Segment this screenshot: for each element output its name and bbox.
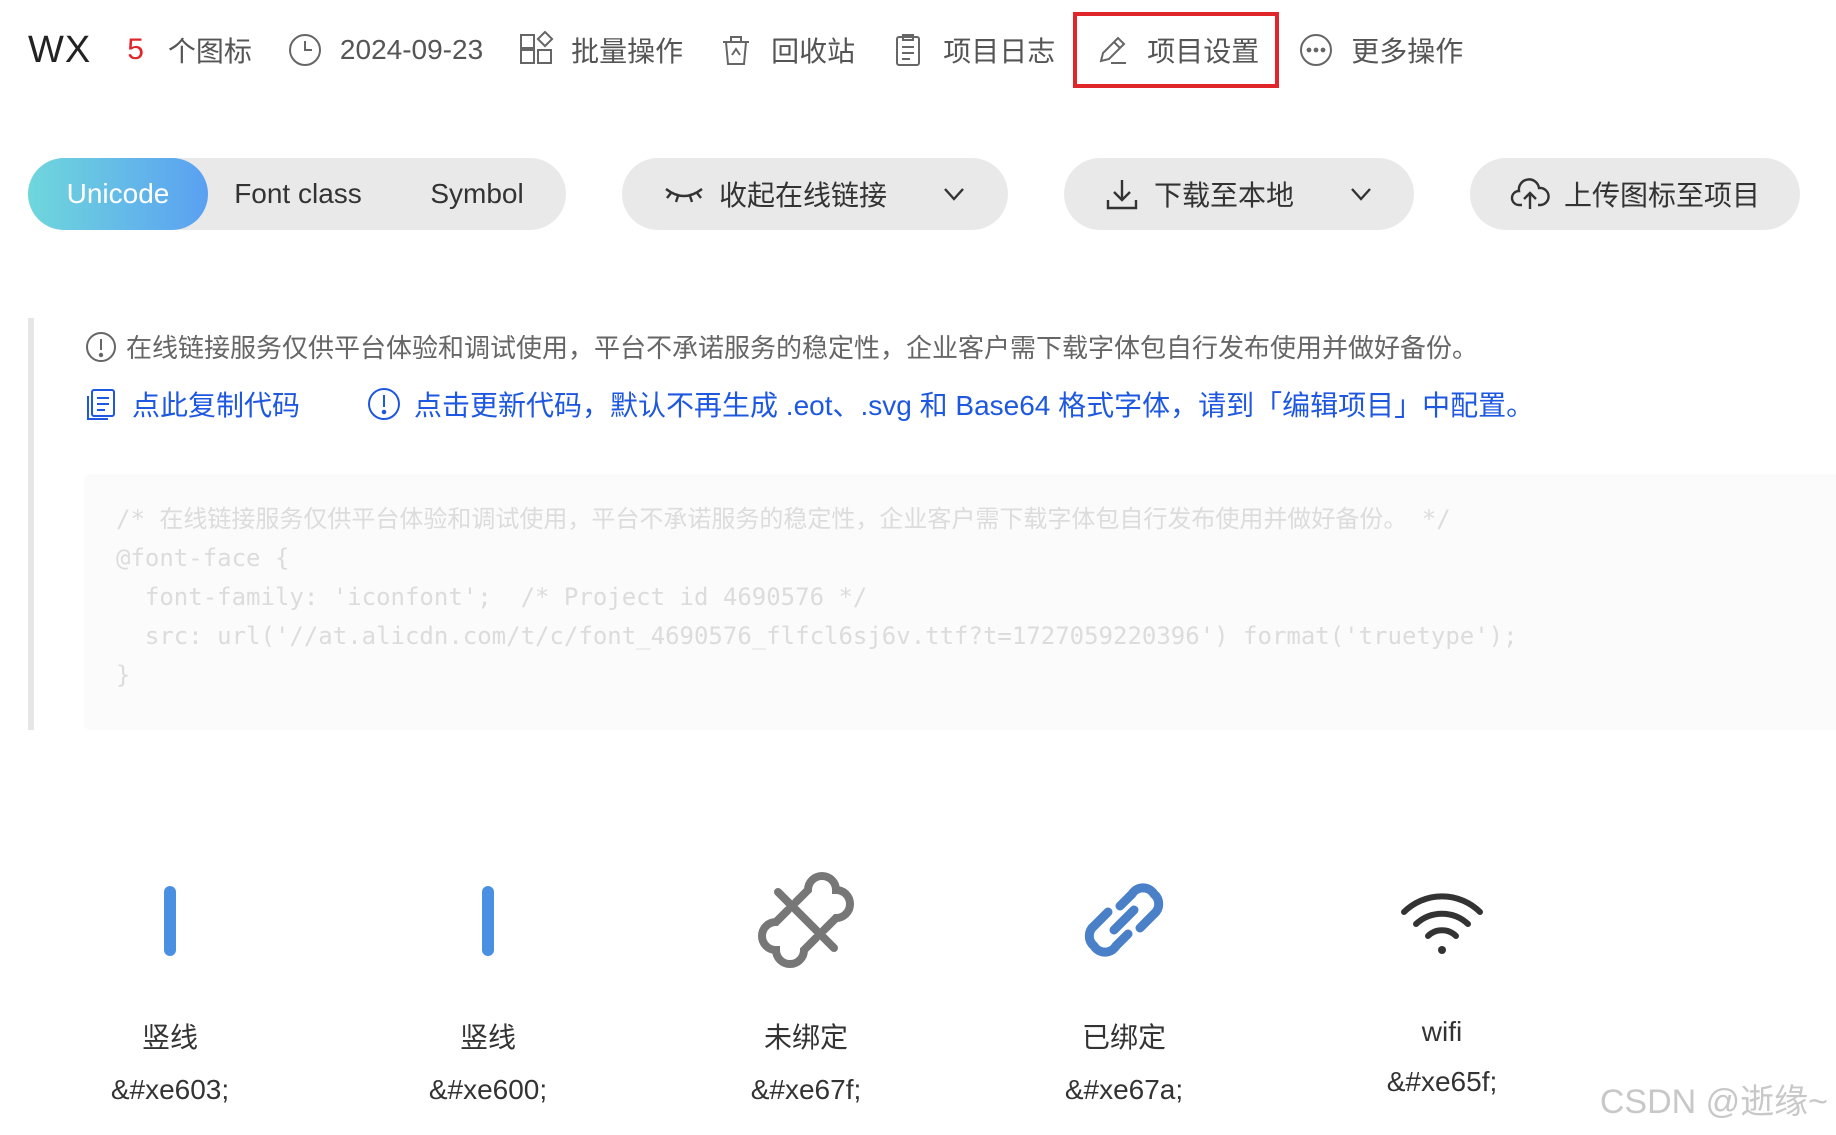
upload-icons-button[interactable]: 上传图标至项目	[1470, 158, 1800, 230]
icon-name: 竖线	[141, 1022, 198, 1053]
tab-symbol[interactable]: Symbol	[388, 158, 566, 230]
batch-operation-label: 批量操作	[571, 36, 684, 67]
copy-code-link[interactable]: 点此复制代码	[84, 384, 300, 424]
copy-icon	[87, 389, 115, 420]
more-dots-icon	[1300, 34, 1333, 66]
clipboard-icon	[896, 34, 921, 66]
unlink-icon	[758, 872, 854, 968]
more-actions-label: 更多操作	[1351, 36, 1464, 67]
icon-count: 5	[127, 33, 144, 66]
date-display: 2024-09-23	[286, 22, 483, 78]
download-label: 下载至本地	[1153, 180, 1294, 211]
eye-closed-icon	[665, 188, 703, 203]
project-log-label: 项目日志	[943, 36, 1056, 67]
icon-card[interactable]: 已绑定 &#xe67a;	[964, 870, 1284, 1106]
update-code-label: 点击更新代码，默认不再生成 .eot、.svg 和 Base64 格式字体，请到…	[414, 390, 1535, 421]
project-name: WX	[28, 28, 92, 71]
service-notice-text: 在线链接服务仅供平台体验和调试使用，平台不承诺服务的稳定性，企业客户需下载字体包…	[126, 333, 1479, 363]
font-face-code-block: /* 在线链接服务仅供平台体验和调试使用，平台不承诺服务的稳定性，企业客户需下载…	[84, 474, 1836, 730]
icon-unicode: &#xe67f;	[750, 1074, 862, 1105]
icon-name: 未绑定	[763, 1022, 848, 1053]
info-circle-icon	[86, 331, 116, 362]
pencil-icon	[1099, 36, 1127, 64]
batch-operation-button[interactable]: 批量操作	[517, 22, 683, 78]
code-line: @font-face {	[116, 544, 290, 572]
date-text: 2024-09-23	[339, 34, 484, 65]
tab-font-class[interactable]: Font class	[208, 158, 388, 230]
wifi-icon	[1401, 893, 1483, 954]
vertical-line-icon	[164, 886, 176, 956]
service-notice: 在线链接服务仅供平台体验和调试使用，平台不承诺服务的稳定性，企业客户需下载字体包…	[84, 328, 1478, 365]
icon-name: 竖线	[459, 1022, 516, 1053]
icon-card[interactable]: 竖线 &#xe600;	[328, 870, 648, 1106]
download-icon	[1106, 180, 1138, 210]
icon-unicode: &#xe600;	[428, 1074, 548, 1105]
icon-card[interactable]: 竖线 &#xe603;	[10, 870, 330, 1106]
code-line: /* 在线链接服务仅供平台体验和调试使用，平台不承诺服务的稳定性，企业客户需下载…	[116, 505, 1451, 533]
more-actions-button[interactable]: 更多操作	[1297, 22, 1463, 78]
chevron-down-icon	[944, 188, 964, 201]
code-line: src: url('//at.alicdn.com/t/c/font_46905…	[116, 622, 1518, 650]
collapse-link-label: 收起在线链接	[718, 180, 887, 211]
icon-unicode: &#xe65f;	[1386, 1066, 1498, 1097]
code-line: }	[116, 661, 131, 689]
icon-name: wifi	[1421, 1016, 1463, 1047]
icon-unicode: &#xe603;	[110, 1074, 230, 1105]
icon-grid: 竖线 &#xe603; 竖线 &#xe600; 未绑定 &#xe67f; 已绑定…	[0, 870, 1836, 1130]
info-circle-icon	[368, 388, 401, 420]
project-toolbar: WX 5 个图标 2024-09-23 批量操作 回收站 项目日志 项目设置 更…	[28, 12, 1497, 88]
icon-name: 已绑定	[1081, 1022, 1166, 1053]
online-link-panel: 在线链接服务仅供平台体验和调试使用，平台不承诺服务的稳定性，企业客户需下载字体包…	[28, 318, 1836, 730]
vertical-line-icon	[482, 886, 494, 956]
code-actions: 点此复制代码 点击更新代码，默认不再生成 .eot、.svg 和 Base64 …	[84, 384, 1534, 424]
link-icon	[1084, 883, 1164, 957]
project-settings-button[interactable]: 项目设置	[1073, 12, 1280, 88]
recycle-bin-button[interactable]: 回收站	[717, 22, 855, 78]
project-settings-label: 项目设置	[1147, 36, 1260, 67]
chevron-down-icon	[1351, 188, 1371, 201]
download-button[interactable]: 下载至本地	[1064, 158, 1414, 230]
clock-icon	[288, 34, 321, 66]
format-tab-group: Unicode Font class Symbol	[28, 158, 566, 230]
icon-card[interactable]: wifi &#xe65f;	[1282, 870, 1602, 1098]
collapse-link-button[interactable]: 收起在线链接	[622, 158, 1008, 230]
recycle-bin-label: 回收站	[771, 36, 856, 67]
grid-icon	[520, 31, 554, 64]
copy-code-label: 点此复制代码	[132, 390, 301, 421]
watermark: CSDN @逝缘~	[1599, 1083, 1828, 1121]
upload-icons-label: 上传图标至项目	[1563, 180, 1760, 211]
cloud-upload-icon	[1510, 178, 1550, 209]
tab-unicode[interactable]: Unicode	[28, 158, 208, 230]
icon-unicode: &#xe67a;	[1064, 1074, 1184, 1105]
project-log-button[interactable]: 项目日志	[889, 22, 1055, 78]
update-code-link[interactable]: 点击更新代码，默认不再生成 .eot、.svg 和 Base64 格式字体，请到…	[366, 384, 1534, 424]
icon-count-label: 个图标	[167, 36, 252, 67]
code-line: font-family: 'iconfont'; /* Project id 4…	[116, 583, 868, 611]
icon-card[interactable]: 未绑定 &#xe67f;	[646, 870, 966, 1106]
trash-icon	[723, 36, 750, 65]
